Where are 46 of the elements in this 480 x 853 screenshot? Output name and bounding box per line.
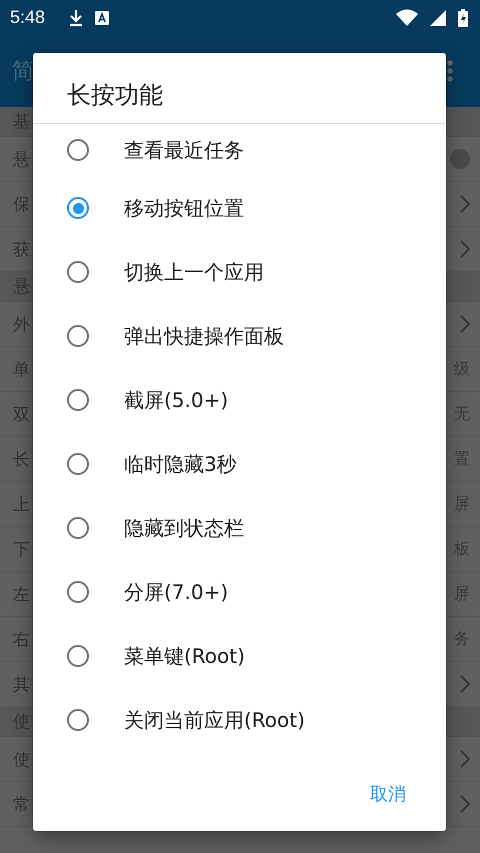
radio-option[interactable]: 关闭当前应用(Root): [33, 688, 446, 752]
overflow-menu-icon[interactable]: [447, 60, 453, 82]
chevron-right-icon: [460, 750, 470, 768]
radio-button[interactable]: [67, 261, 89, 283]
option-label: 移动按钮位置: [124, 194, 244, 222]
status-time: 5:48: [10, 7, 46, 28]
chevron-right-icon: [460, 675, 470, 693]
radio-option[interactable]: 查看最近任务: [33, 124, 446, 176]
app-title: 简: [12, 58, 34, 86]
switch-thumb[interactable]: [450, 149, 470, 169]
option-label: 隐藏到状态栏: [124, 514, 244, 542]
radio-button[interactable]: [67, 517, 89, 539]
option-label: 查看最近任务: [124, 136, 244, 164]
radio-option[interactable]: 临时隐藏3秒: [33, 432, 446, 496]
radio-option[interactable]: 切换上一个应用: [33, 240, 446, 304]
chevron-right-icon: [460, 795, 470, 813]
option-label: 关闭当前应用(Root): [124, 706, 305, 734]
download-icon: [69, 8, 84, 26]
option-label: 弹出快捷操作面板: [124, 322, 284, 350]
option-label: 分屏(7.0+): [124, 578, 228, 606]
chevron-right-icon: [460, 315, 470, 333]
keyboard-a-icon: [95, 10, 110, 24]
radio-button[interactable]: [67, 453, 89, 475]
radio-option[interactable]: 分屏(7.0+): [33, 560, 446, 624]
option-label: 临时隐藏3秒: [124, 450, 237, 478]
option-label: 菜单键(Root): [124, 642, 245, 670]
chevron-right-icon: [460, 240, 470, 258]
radio-option[interactable]: 隐藏到状态栏: [33, 496, 446, 560]
signal-icon: [430, 10, 446, 26]
wifi-icon: [396, 9, 418, 26]
radio-button[interactable]: [67, 645, 89, 667]
radio-option[interactable]: 移动按钮位置: [33, 176, 446, 240]
radio-button[interactable]: [67, 325, 89, 347]
radio-button[interactable]: [67, 709, 89, 731]
radio-button[interactable]: [67, 197, 89, 219]
radio-option[interactable]: 截屏(5.0+): [33, 368, 446, 432]
radio-option[interactable]: 弹出快捷操作面板: [33, 304, 446, 368]
radio-option[interactable]: 菜单键(Root): [33, 624, 446, 688]
radio-button[interactable]: [67, 581, 89, 603]
radio-button[interactable]: [67, 389, 89, 411]
radio-button[interactable]: [67, 139, 89, 161]
option-label: 截屏(5.0+): [124, 386, 228, 414]
chevron-right-icon: [460, 195, 470, 213]
battery-icon: [458, 8, 468, 26]
option-label: 切换上一个应用: [124, 258, 264, 286]
dialog-title: 长按功能: [33, 53, 446, 124]
